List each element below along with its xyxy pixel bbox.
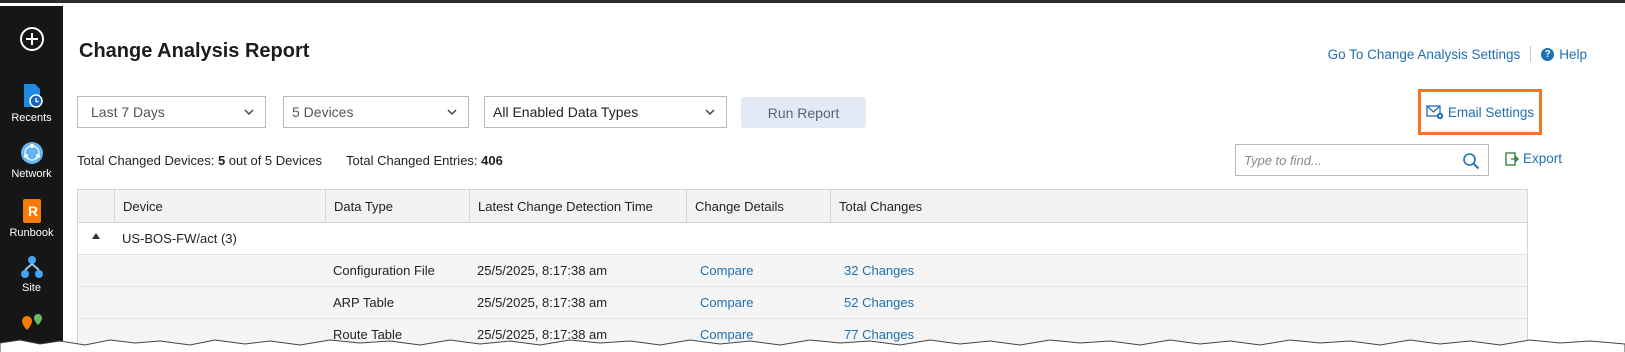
sidebar-item-map[interactable] xyxy=(0,312,63,340)
collapse-caret-icon[interactable] xyxy=(92,233,100,239)
chevron-down-icon xyxy=(447,109,457,116)
report-summary: Total Changed Devices: 5 out of 5 Device… xyxy=(77,153,503,168)
site-icon xyxy=(20,256,43,278)
change-report-table: Device Data Type Latest Change Detection… xyxy=(77,189,1528,352)
data-types-select[interactable]: All Enabled Data Types xyxy=(484,96,727,128)
header-links: Go To Change Analysis Settings ? Help xyxy=(1328,46,1587,62)
devices-select[interactable]: 5 Devices xyxy=(283,96,469,128)
time-range-value: Last 7 Days xyxy=(91,104,165,120)
add-button[interactable] xyxy=(0,26,63,54)
group-label: US-BOS-FW/act (3) xyxy=(122,231,237,246)
sidebar-item-runbook[interactable]: R Runbook xyxy=(0,197,63,239)
column-header-change-details[interactable]: Change Details xyxy=(686,190,830,223)
time-cell: 25/5/2025, 8:17:38 am xyxy=(477,295,608,310)
data-type-cell: Configuration File xyxy=(333,263,435,278)
search-box xyxy=(1235,144,1489,176)
export-button[interactable]: Export xyxy=(1505,151,1562,166)
changed-devices-suffix: out of 5 Devices xyxy=(228,153,323,168)
help-link[interactable]: ? Help xyxy=(1541,47,1587,62)
svg-text:R: R xyxy=(28,203,38,219)
column-header-device[interactable]: Device xyxy=(114,190,325,223)
column-header-latest-change-time[interactable]: Latest Change Detection Time xyxy=(469,190,686,223)
sidebar-item-label: Runbook xyxy=(9,227,54,239)
data-type-cell: ARP Table xyxy=(333,295,394,310)
sidebar-item-label: Site xyxy=(22,282,41,294)
column-header-data-type[interactable]: Data Type xyxy=(325,190,469,223)
sidebar-item-site[interactable]: Site xyxy=(0,254,63,294)
export-icon xyxy=(1505,151,1519,166)
column-header-total-changes[interactable]: Total Changes xyxy=(830,190,1527,223)
table-header: Device Data Type Latest Change Detection… xyxy=(78,190,1527,223)
main-content: Change Analysis Report Go To Change Anal… xyxy=(63,6,1625,352)
changes-link[interactable]: 32 Changes xyxy=(844,255,914,286)
changed-devices-label: Total Changed Devices: xyxy=(77,153,215,168)
email-settings-label: Email Settings xyxy=(1447,104,1535,120)
time-range-select[interactable]: Last 7 Days xyxy=(77,96,266,128)
changed-entries-count: 406 xyxy=(481,153,503,168)
search-input[interactable] xyxy=(1236,145,1446,175)
column-header-expand xyxy=(78,190,114,223)
devices-value: 5 Devices xyxy=(292,104,354,120)
add-circle-icon xyxy=(19,27,44,51)
changed-devices-summary: Total Changed Devices: 5 out of 5 Device… xyxy=(77,153,322,168)
torn-edge-decoration xyxy=(0,339,1625,352)
time-cell: 25/5/2025, 8:17:38 am xyxy=(477,263,608,278)
change-analysis-settings-link[interactable]: Go To Change Analysis Settings xyxy=(1328,47,1521,62)
group-row[interactable]: US-BOS-FW/act (3) xyxy=(78,223,1527,255)
email-gear-icon xyxy=(1426,105,1444,120)
changed-entries-summary: Total Changed Entries: 406 xyxy=(346,153,503,168)
chevron-down-icon xyxy=(705,109,715,116)
page-title: Change Analysis Report xyxy=(79,40,310,62)
export-label: Export xyxy=(1523,151,1563,166)
compare-link[interactable]: Compare xyxy=(700,287,753,318)
sidebar-item-network[interactable]: Network xyxy=(0,140,63,180)
runbook-icon: R xyxy=(22,199,41,223)
recents-icon xyxy=(23,84,43,108)
chevron-down-icon xyxy=(244,109,254,116)
changed-entries-label: Total Changed Entries: xyxy=(346,153,478,168)
search-icon[interactable] xyxy=(1462,152,1480,170)
network-icon xyxy=(20,142,43,164)
email-settings-button[interactable]: Email Settings xyxy=(1418,89,1542,135)
sidebar-item-label: Network xyxy=(11,168,52,180)
app-window: Recents Network R Runbook Site Change An… xyxy=(0,0,1625,352)
data-types-value: All Enabled Data Types xyxy=(493,104,639,120)
sidebar-item-label: Recents xyxy=(11,112,52,124)
compare-link[interactable]: Compare xyxy=(700,255,753,286)
sidebar-item-recents[interactable]: Recents xyxy=(0,82,63,124)
divider xyxy=(1530,46,1532,62)
map-pin-icon xyxy=(21,314,42,330)
table-row: ARP Table 25/5/2025, 8:17:38 am Compare … xyxy=(78,287,1527,319)
help-label: Help xyxy=(1559,46,1587,62)
left-nav-rail: Recents Network R Runbook Site xyxy=(0,6,63,352)
run-report-button[interactable]: Run Report xyxy=(741,97,866,128)
changes-link[interactable]: 52 Changes xyxy=(844,287,914,318)
help-icon: ? xyxy=(1541,47,1555,61)
table-row: Configuration File 25/5/2025, 8:17:38 am… xyxy=(78,255,1527,287)
changed-devices-count: 5 xyxy=(217,153,226,168)
